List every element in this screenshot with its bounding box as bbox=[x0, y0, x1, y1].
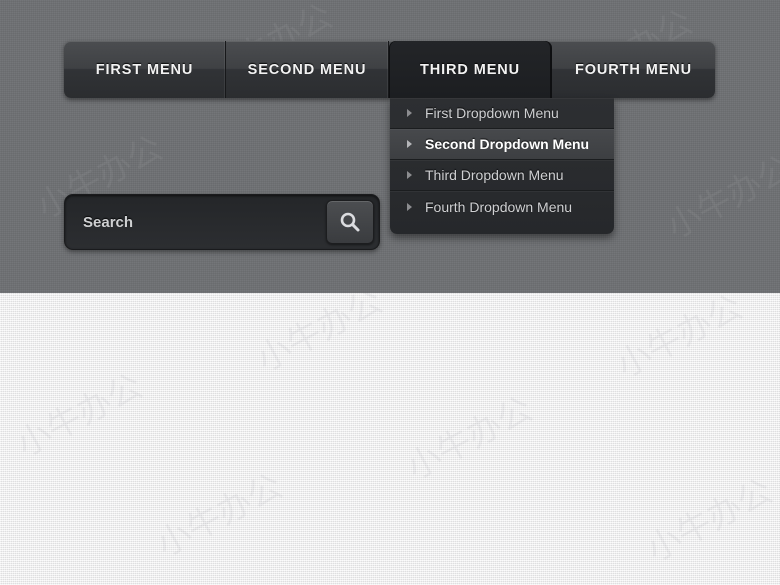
search-button[interactable] bbox=[326, 200, 374, 244]
menu-item-fourth[interactable]: FOURTH MENU bbox=[552, 41, 715, 98]
dark-theme-panel: 小牛办公 小牛办公 小牛办公 小牛办公 小牛办公 FIRST MENU SECO… bbox=[0, 0, 780, 293]
watermark-text: 小牛办公 bbox=[150, 466, 290, 566]
triangle-right-icon bbox=[407, 202, 412, 211]
dropdown-item-label: Second Dropdown Menu bbox=[425, 136, 590, 152]
dropdown-item-third[interactable]: Third Dropdown Menu bbox=[390, 160, 614, 191]
search-input[interactable] bbox=[83, 213, 326, 231]
watermark-text: 小牛办公 bbox=[400, 389, 540, 489]
dropdown-item-label: First Dropdown Menu bbox=[425, 105, 559, 121]
triangle-right-icon bbox=[407, 171, 412, 179]
dark-menubar: FIRST MENU SECOND MENU THIRD MENU FOURTH… bbox=[64, 41, 715, 98]
dropdown-item-fourth[interactable]: Fourth Dropdown Menu bbox=[390, 191, 614, 222]
triangle-right-icon bbox=[407, 140, 412, 148]
dropdown-item-label: Third Dropdown Menu bbox=[425, 167, 564, 183]
triangle-right-icon bbox=[407, 109, 412, 117]
watermark-text: 小牛办公 bbox=[640, 471, 780, 571]
menu-item-first[interactable]: FIRST MENU bbox=[64, 41, 226, 98]
dark-search-box bbox=[64, 194, 380, 250]
dropdown-item-label: Fourth Dropdown Menu bbox=[425, 198, 573, 215]
menu-item-third[interactable]: THIRD MENU bbox=[389, 41, 552, 98]
watermark-text: 小牛办公 bbox=[660, 148, 780, 248]
menu-item-second[interactable]: SECOND MENU bbox=[226, 41, 389, 98]
dropdown-item-first[interactable]: First Dropdown Menu bbox=[390, 98, 614, 129]
watermark-text: 小牛办公 bbox=[250, 293, 390, 381]
watermark-text: 小牛办公 bbox=[10, 366, 150, 466]
search-icon bbox=[340, 212, 360, 232]
light-theme-panel: 小牛办公 小牛办公 小牛办公 小牛办公 小牛办公 小牛办公 FIRST MENU… bbox=[0, 293, 780, 585]
dark-dropdown-panel: First Dropdown Menu Second Dropdown Menu… bbox=[390, 98, 614, 234]
dropdown-item-second[interactable]: Second Dropdown Menu bbox=[390, 129, 614, 160]
watermark-text: 小牛办公 bbox=[610, 293, 750, 387]
